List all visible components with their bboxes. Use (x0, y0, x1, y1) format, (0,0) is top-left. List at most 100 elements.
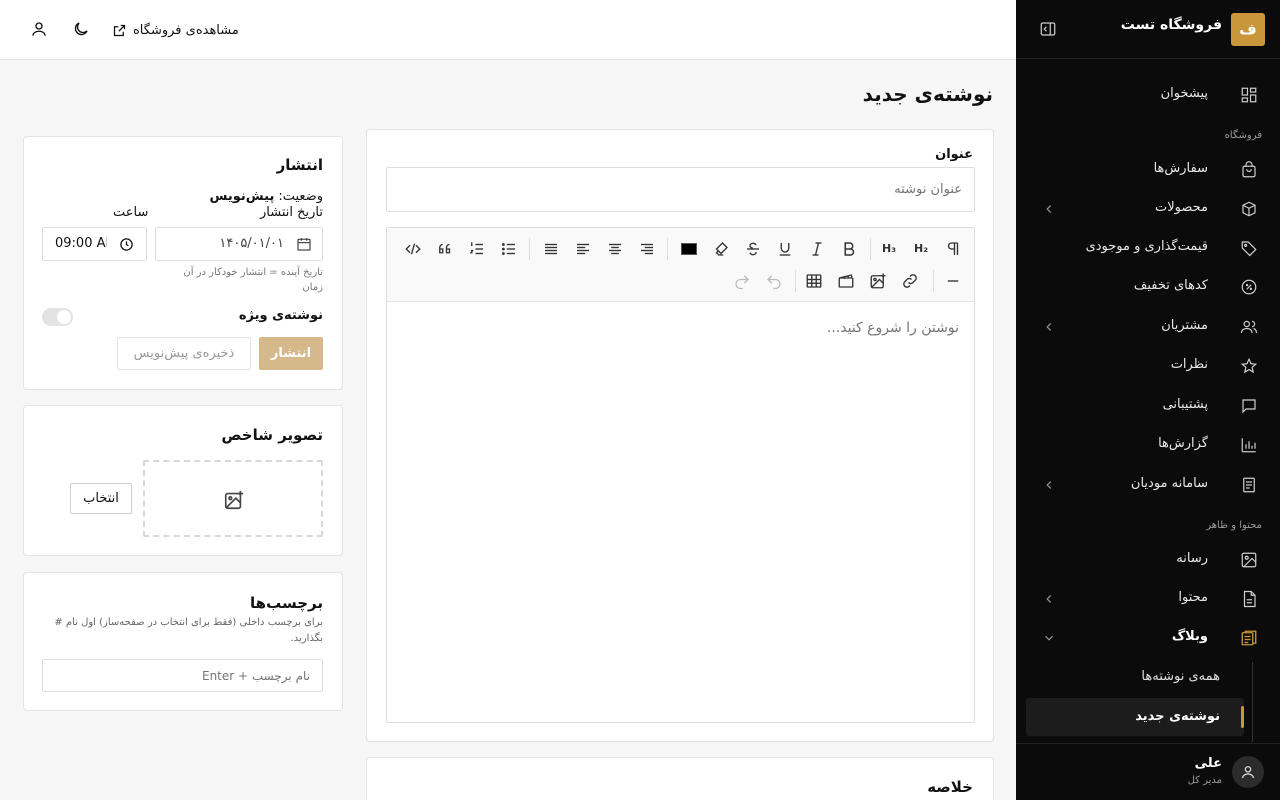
view-store-label: مشاهده‌ی فروشگاه (133, 22, 239, 38)
link-icon[interactable] (901, 272, 919, 290)
sidebar-item-tax[interactable]: سامانه مودیان (1026, 466, 1270, 504)
italic-icon[interactable] (808, 240, 826, 258)
status-label: وضعیت: (278, 189, 323, 204)
sidebar-item-label: سفارش‌ها (1153, 161, 1208, 176)
thumbnail-dropzone[interactable] (143, 460, 323, 537)
select-image-button[interactable]: انتخاب (70, 483, 132, 514)
file-icon (1240, 590, 1258, 608)
sidebar-item-pricing[interactable]: قیمت‌گذاری و موجودی (1026, 229, 1270, 267)
view-store-link[interactable]: مشاهده‌ی فروشگاه (112, 19, 239, 41)
thumbnail-title: تصویر شاخص (221, 426, 323, 444)
sidebar: ف فروشگاه تست پیشخوان فروشگاه سفارش‌ها م… (1016, 0, 1280, 800)
ordered-list-icon[interactable] (468, 240, 486, 258)
dashboard-icon (1240, 86, 1258, 104)
strikethrough-icon[interactable] (744, 240, 762, 258)
rich-text-editor: H₂ H₃ نوشتن را شروع کنید... (386, 227, 975, 723)
page-title: نوشته‌ی جدید (862, 82, 993, 106)
collapse-sidebar-icon[interactable] (1039, 20, 1057, 38)
publish-title: انتشار (276, 156, 323, 174)
sidebar-item-products[interactable]: محصولات (1026, 190, 1270, 228)
sidebar-item-reviews[interactable]: نظرات (1026, 347, 1270, 385)
sidebar-item-label: سامانه مودیان (1130, 476, 1208, 491)
undo-icon[interactable] (765, 272, 783, 290)
top-bar: مشاهده‌ی فروشگاه (0, 0, 1016, 60)
dark-mode-toggle[interactable] (72, 20, 90, 38)
sidebar-item-blog[interactable]: وبلاگ (1026, 619, 1270, 657)
publish-date-input[interactable]: ۱۴۰۵/۰۱/۰۱ (155, 227, 323, 261)
quote-icon[interactable] (436, 240, 454, 258)
publish-card: انتشار وضعیت: پیش‌نویس تاریخ انتشار ساعت… (23, 136, 343, 390)
h2-icon[interactable]: H₂ (912, 240, 930, 258)
user-profile[interactable]: علی مدیر کل (1016, 743, 1280, 800)
sidebar-item-label: رسانه (1176, 551, 1208, 566)
text-color-icon[interactable] (680, 240, 698, 258)
insert-image-icon[interactable] (869, 272, 887, 290)
paragraph-icon[interactable] (944, 240, 962, 258)
date-value: ۱۴۰۵/۰۱/۰۱ (219, 236, 284, 251)
video-icon[interactable] (837, 272, 855, 290)
align-center-icon[interactable] (606, 240, 624, 258)
external-link-icon (112, 23, 127, 38)
summary-title: خلاصه (927, 778, 973, 796)
user-menu-button[interactable] (30, 20, 48, 38)
tags-card: برچسب‌ها برای برچسب داخلی (فقط برای انتخ… (23, 572, 343, 711)
featured-toggle[interactable] (42, 308, 73, 326)
title-label: عنوان (935, 147, 973, 162)
sidebar-item-label: وبلاگ (1171, 629, 1208, 644)
featured-label: نوشته‌ی ویژه (238, 308, 323, 323)
sidebar-subitem-all-posts[interactable]: همه‌ی نوشته‌ها (1038, 658, 1244, 696)
tag-input[interactable] (42, 659, 323, 692)
sidebar-item-orders[interactable]: سفارش‌ها (1026, 151, 1270, 189)
table-icon[interactable] (805, 272, 823, 290)
sidebar-item-label: قیمت‌گذاری و موجودی (1085, 239, 1208, 254)
sidebar-item-label: مشتریان (1161, 318, 1208, 333)
publish-button[interactable]: انتشار (259, 337, 323, 370)
sidebar-item-label: کدهای تخفیف (1133, 278, 1208, 293)
shopping-bag-icon (1240, 161, 1258, 179)
align-right-icon[interactable] (638, 240, 656, 258)
highlight-icon[interactable] (712, 240, 730, 258)
code-icon[interactable] (404, 240, 422, 258)
receipt-icon (1240, 476, 1258, 494)
sidebar-item-dashboard[interactable]: پیشخوان (1026, 76, 1270, 114)
toolbar-divider (795, 270, 796, 292)
align-left-icon[interactable] (574, 240, 592, 258)
horizontal-rule-icon[interactable] (944, 272, 962, 290)
underline-icon[interactable] (776, 240, 794, 258)
sidebar-item-support[interactable]: پشتیبانی (1026, 387, 1270, 425)
sidebar-subitem-new-post[interactable]: نوشته‌ی جدید (1026, 698, 1244, 736)
section-label-content: محتوا و ظاهر (1206, 520, 1262, 531)
sidebar-header: ف فروشگاه تست (1016, 0, 1280, 59)
clock-icon (119, 237, 134, 252)
h3-icon[interactable]: H₃ (880, 240, 898, 258)
tags-title: برچسب‌ها (250, 594, 323, 612)
time-value: 09:00 AM (55, 236, 107, 251)
sidebar-item-media[interactable]: رسانه (1026, 541, 1270, 579)
status-value: پیش‌نویس (209, 189, 275, 204)
align-justify-icon[interactable] (542, 240, 560, 258)
publish-time-input[interactable]: 09:00 AM (42, 227, 147, 261)
store-logo: ف (1231, 13, 1265, 46)
time-label: ساعت (113, 205, 149, 220)
message-icon (1240, 397, 1258, 415)
chevron-down-icon (1042, 631, 1056, 645)
store-name: فروشگاه تست (1120, 17, 1222, 33)
sidebar-item-customers[interactable]: مشتریان (1026, 308, 1270, 346)
chevron-left-icon (1042, 478, 1056, 492)
bold-icon[interactable] (840, 240, 858, 258)
calendar-icon (296, 236, 312, 252)
editor-body-placeholder[interactable]: نوشتن را شروع کنید... (827, 320, 959, 336)
sidebar-item-reports[interactable]: گزارش‌ها (1026, 426, 1270, 464)
title-input[interactable] (386, 167, 975, 212)
schedule-hint: تاریخ آینده = انتشار خودکار در آن زمان (183, 267, 323, 293)
bullet-list-icon[interactable] (500, 240, 518, 258)
sidebar-item-content[interactable]: محتوا (1026, 580, 1270, 618)
date-label: تاریخ انتشار (260, 205, 323, 220)
save-draft-button[interactable]: ذخیره‌ی پیش‌نویس (117, 337, 251, 370)
sidebar-item-label: پشتیبانی (1162, 397, 1208, 412)
redo-icon[interactable] (733, 272, 751, 290)
sidebar-item-discounts[interactable]: کدهای تخفیف (1026, 268, 1270, 306)
summary-card: خلاصه (366, 757, 994, 800)
toolbar-divider (529, 238, 530, 260)
sidebar-item-label: محصولات (1155, 200, 1208, 215)
